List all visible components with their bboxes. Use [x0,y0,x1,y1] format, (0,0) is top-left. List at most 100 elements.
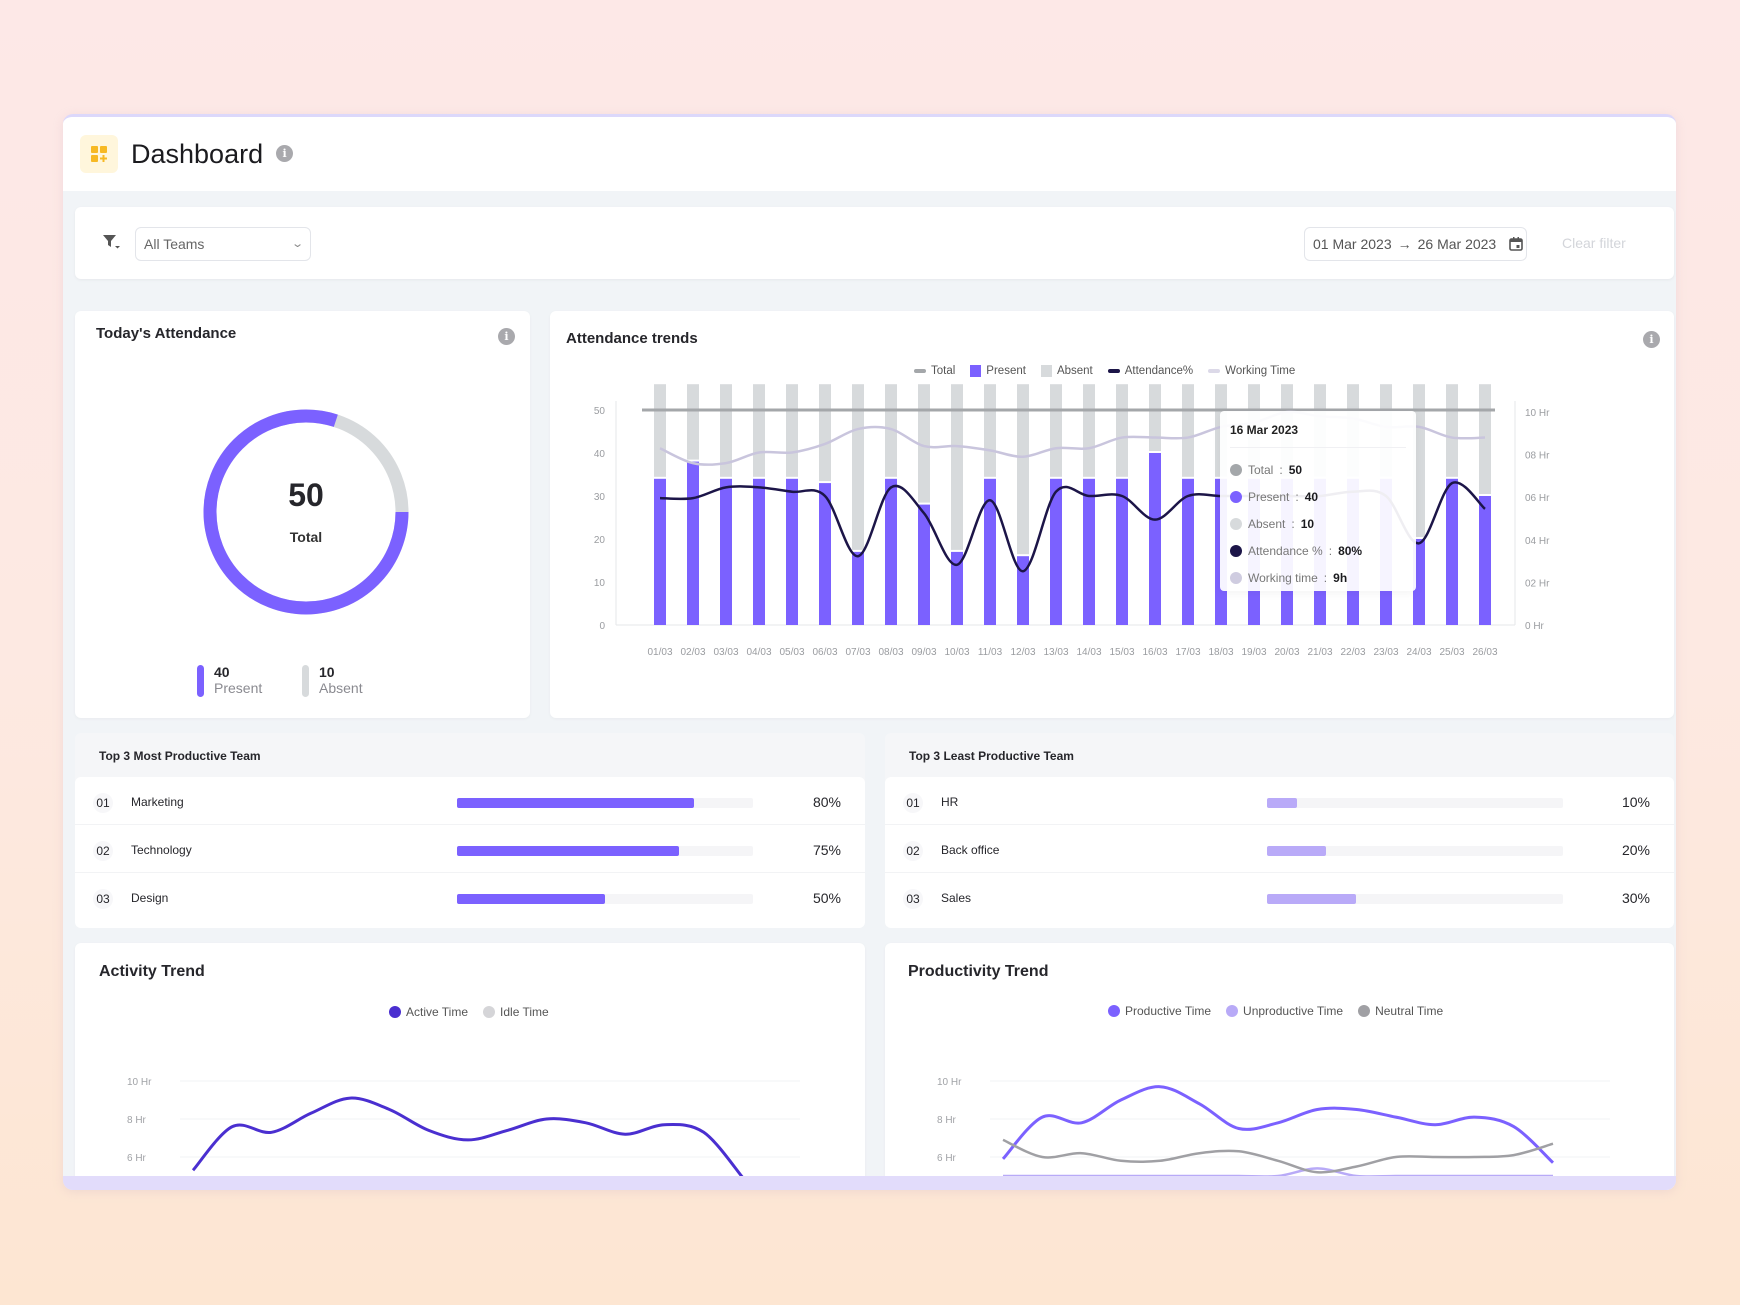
progress-fill [457,798,694,808]
progress-track [1267,894,1563,904]
x-tick-label: 24/03 [1406,647,1431,658]
calendar-icon[interactable] [1508,236,1524,252]
present-label: Present [214,680,263,696]
y2-tick-label: 02 Hr [1525,578,1550,589]
bar-present [786,478,798,625]
dashboard-grid-icon [80,135,118,173]
bar-absent [654,384,666,477]
team-row[interactable]: 01 Marketing 80% [75,777,865,825]
tooltip-label: Present [1248,489,1290,504]
attendance-trends-chart: 010203040500 Hr02 Hr04 Hr06 Hr08 Hr10 Hr… [594,384,1550,658]
y2-tick-label: 08 Hr [1525,451,1550,462]
donut-total-label: Total [289,529,323,545]
tooltip-row-attendance: Attendance %:80% [1230,537,1406,564]
y-tick-label: 8 Hr [127,1115,147,1126]
productivity-trend-card: Productivity Trend Productive Time Unpro… [885,943,1674,1190]
x-tick-label: 12/03 [1010,647,1035,658]
tooltip-label: Absent [1248,516,1286,531]
bar-absent [1050,384,1062,477]
present-count: 40 [214,664,230,680]
team-select-value: All Teams [144,236,205,252]
progress-fill [457,846,679,856]
progress-track [457,798,753,808]
team-row[interactable]: 02 Back office 20% [885,825,1674,873]
dot-icon [1230,517,1242,530]
panel-title: Top 3 Least Productive Team [909,749,1074,763]
team-select[interactable]: All Teams ⌄ [135,227,311,261]
team-name: Design [131,891,169,905]
team-percent: 10% [1621,794,1650,810]
bar-present [1149,453,1161,625]
team-list: 01 HR 10% 02 Back office 20% 03 Sales 30% [885,777,1674,928]
tooltip-value: 9h [1333,570,1348,585]
x-tick-label: 05/03 [779,647,804,658]
attendance-trends-card: Attendance trends i Total Present Absent… [550,311,1674,718]
bar-present [1116,478,1128,625]
y-tick-label: 50 [594,406,606,417]
card-title: Today's Attendance [96,325,237,342]
date-end: 26 Mar 2023 [1417,236,1497,252]
x-tick-label: 14/03 [1076,647,1101,658]
tooltip-row-absent: Absent:10 [1230,510,1406,537]
absent-label: Absent [319,680,363,696]
activity-trend-card: Activity Trend Active Time Idle Time 6 H… [75,943,865,1190]
y-tick-label: 0 [599,621,605,632]
x-tick-label: 10/03 [944,647,969,658]
bar-present [1182,478,1194,625]
activity-trend-chart: 6 Hr 8 Hr 10 Hr [127,1077,800,1179]
tooltip-row-total: Total:50 [1230,456,1406,483]
bar-absent [1149,384,1161,451]
bar-present [1083,478,1095,625]
team-row[interactable]: 03 Design 50% [75,873,865,921]
chart-tooltip: 16 Mar 2023 Total:50 Present:40 Absent:1… [1220,411,1416,591]
filter-icon[interactable] [101,232,121,252]
team-percent: 80% [812,794,841,810]
team-row[interactable]: 02 Technology 75% [75,825,865,873]
team-rank: 01 [93,793,113,813]
progress-track [1267,846,1563,856]
tooltip-label: Total [1248,462,1274,477]
team-percent: 30% [1621,890,1650,906]
x-tick-label: 11/03 [978,647,1003,658]
progress-fill [1267,894,1356,904]
x-tick-label: 13/03 [1043,647,1068,658]
date-start: 01 Mar 2023 [1313,236,1392,252]
team-name: Marketing [131,795,184,809]
x-tick-label: 04/03 [746,647,771,658]
x-tick-label: 20/03 [1274,647,1299,658]
bar-absent [786,384,798,477]
x-tick-label: 08/03 [878,647,903,658]
progress-track [1267,798,1563,808]
y-tick-label: 6 Hr [937,1153,957,1164]
most-productive-panel: Top 3 Most Productive Team 01 Marketing 80… [75,733,865,928]
trend-line-active-time [191,1096,745,1179]
bar-present [687,461,699,625]
arrow-icon: → [1397,236,1412,252]
page-header: Dashboard i [63,117,1676,191]
date-range-picker[interactable]: 01 Mar 2023 → 26 Mar 2023 [1304,227,1527,261]
info-icon[interactable]: i [276,144,294,162]
y-tick-label: 10 Hr [127,1077,152,1088]
bar-absent [1083,384,1095,477]
x-tick-label: 06/03 [812,647,837,658]
bar-absent [984,384,996,477]
team-row[interactable]: 01 HR 10% [885,777,1674,825]
tooltip-row-present: Present:40 [1230,483,1406,510]
team-row[interactable]: 03 Sales 30% [885,873,1674,921]
present-swatch [197,665,204,697]
x-tick-label: 25/03 [1439,647,1464,658]
absent-swatch [302,665,309,697]
team-name: Back office [941,843,1000,857]
attendance-donut: 50 Total [203,409,409,615]
donut-total-value: 50 [288,477,324,513]
info-icon[interactable]: i [498,328,515,345]
clear-filter-button[interactable]: Clear filter [1562,235,1626,251]
tooltip-value: 50 [1288,462,1303,477]
team-percent: 75% [812,842,841,858]
x-tick-label: 02/03 [680,647,705,658]
bar-present [885,478,897,625]
team-list: 01 Marketing 80% 02 Technology 75% 03 Design 50% [75,777,865,928]
team-rank: 02 [93,841,113,861]
team-percent: 20% [1621,842,1650,858]
dashboard-window: Dashboard i All Teams ⌄ 01 Mar 2023 → 26… [63,114,1676,1190]
